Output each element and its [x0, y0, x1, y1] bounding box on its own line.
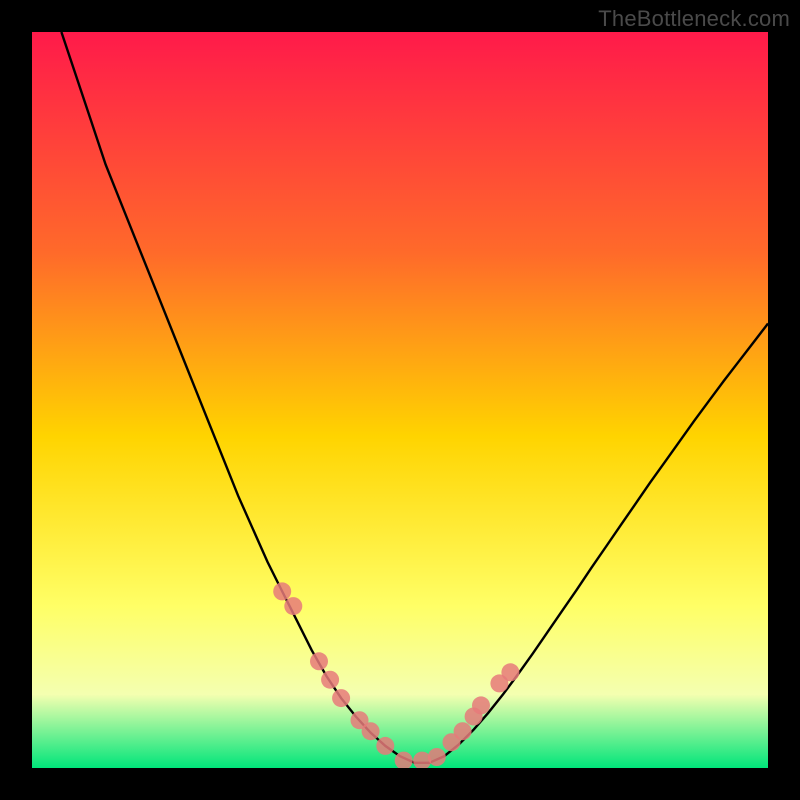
data-marker — [376, 737, 394, 755]
chart-outer-frame: TheBottleneck.com — [0, 0, 800, 800]
attribution-label: TheBottleneck.com — [598, 6, 790, 32]
data-marker — [273, 582, 291, 600]
data-marker — [454, 722, 472, 740]
data-marker — [321, 671, 339, 689]
data-marker — [501, 663, 519, 681]
data-marker — [332, 689, 350, 707]
bottleneck-chart — [32, 32, 768, 768]
data-marker — [310, 652, 328, 670]
data-marker — [472, 696, 490, 714]
gradient-background — [32, 32, 768, 768]
data-marker — [284, 597, 302, 615]
data-marker — [362, 722, 380, 740]
data-marker — [428, 748, 446, 766]
